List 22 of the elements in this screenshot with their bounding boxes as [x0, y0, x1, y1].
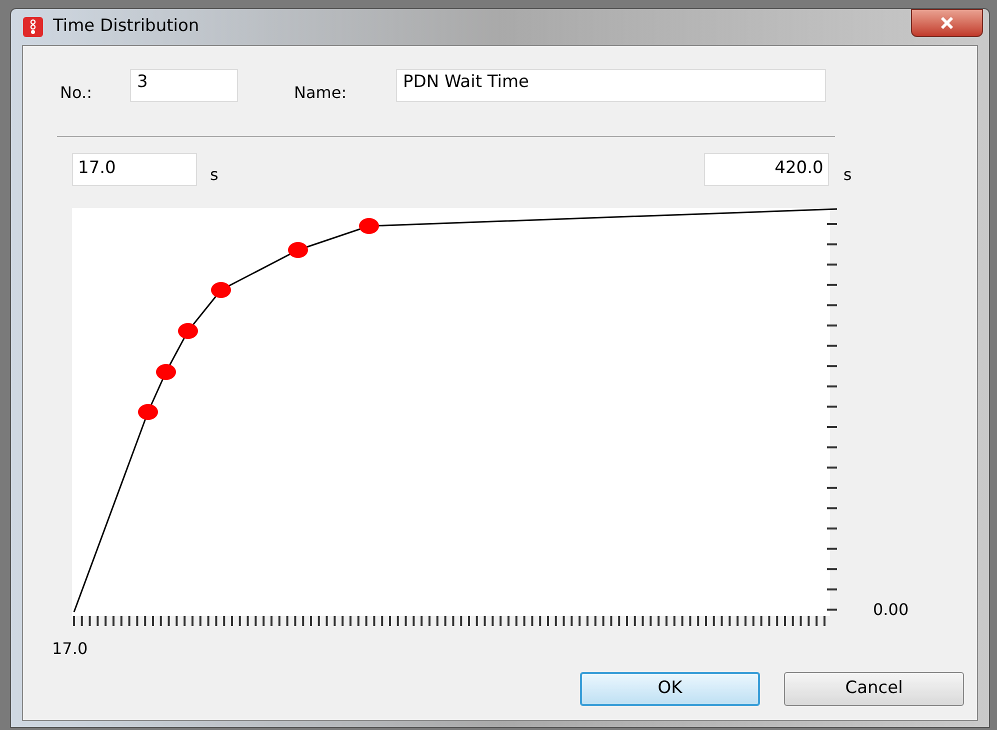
ok-button[interactable]: OK [580, 672, 760, 706]
min-field[interactable]: 17.0 [72, 153, 197, 186]
axis-label: 0.00 [873, 599, 909, 621]
name-field[interactable]: PDN Wait Time [396, 69, 826, 102]
close-button[interactable] [911, 9, 983, 37]
data-point[interactable] [359, 218, 379, 234]
close-icon [940, 17, 954, 29]
data-point[interactable] [138, 404, 158, 420]
data-point[interactable] [211, 282, 231, 298]
axis-label: 17.0 [52, 638, 88, 660]
data-point[interactable] [288, 242, 308, 258]
number-field[interactable]: 3 [130, 69, 238, 102]
field-label: Name: [294, 82, 348, 104]
data-point[interactable] [156, 364, 176, 380]
cancel-button[interactable]: Cancel [784, 672, 964, 706]
field-label: No.: [60, 82, 93, 104]
window-title: Time Distribution [53, 15, 200, 38]
unit-label: s [843, 164, 852, 186]
max-field[interactable]: 420.0 [704, 153, 830, 186]
data-point[interactable] [178, 323, 198, 339]
unit-label: s [210, 164, 218, 186]
app-icon [23, 17, 43, 37]
